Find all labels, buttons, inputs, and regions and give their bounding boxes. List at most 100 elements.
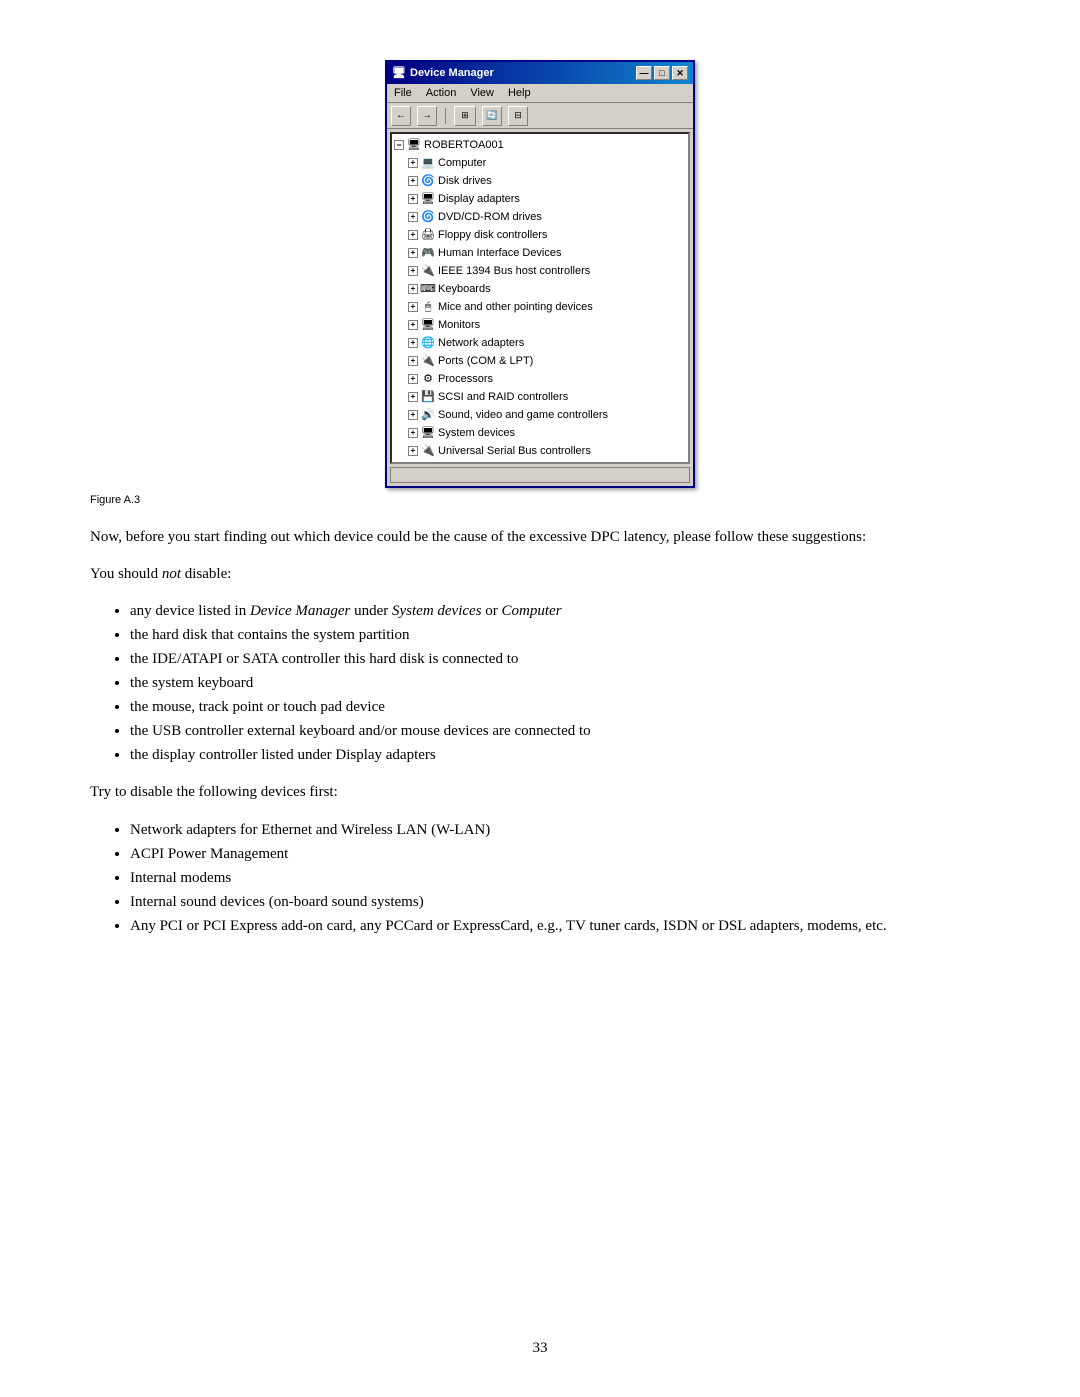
- forward-button[interactable]: →: [417, 106, 437, 126]
- label-processors: Processors: [438, 371, 493, 387]
- list-item: the system keyboard: [130, 671, 990, 695]
- expand-keyboards[interactable]: +: [408, 284, 418, 294]
- restore-button[interactable]: □: [654, 66, 670, 80]
- label-monitors: Monitors: [438, 317, 480, 333]
- try-disable-list: Network adapters for Ethernet and Wirele…: [130, 818, 990, 938]
- list-item: ACPI Power Management: [130, 842, 990, 866]
- label-mice: Mice and other pointing devices: [438, 299, 593, 315]
- list-item: the display controller listed under Disp…: [130, 743, 990, 767]
- expand-system[interactable]: +: [408, 428, 418, 438]
- uninstall-button[interactable]: ⊟: [508, 106, 528, 126]
- menu-view[interactable]: View: [467, 86, 497, 100]
- list-item: the IDE/ATAPI or SATA controller this ha…: [130, 647, 990, 671]
- tree-item-keyboards[interactable]: + ⌨ Keyboards: [394, 280, 686, 298]
- menubar: File Action View Help: [387, 84, 693, 103]
- back-button[interactable]: ←: [391, 106, 411, 126]
- label-floppy: Floppy disk controllers: [438, 227, 547, 243]
- tree-item-mice[interactable]: + 🖱 Mice and other pointing devices: [394, 298, 686, 316]
- titlebar: 🖥 Device Manager — □ ✕: [387, 62, 693, 84]
- expand-dvd[interactable]: +: [408, 212, 418, 222]
- minimize-button[interactable]: —: [636, 66, 652, 80]
- menu-help[interactable]: Help: [505, 86, 534, 100]
- list-item: the USB controller external keyboard and…: [130, 719, 990, 743]
- label-keyboards: Keyboards: [438, 281, 491, 297]
- update-button[interactable]: 🔄: [482, 106, 502, 126]
- tree-root[interactable]: − 🖥 ROBERTOA001: [394, 136, 686, 154]
- list-item: Internal modems: [130, 866, 990, 890]
- expand-usb[interactable]: +: [408, 446, 418, 456]
- menu-action[interactable]: Action: [423, 86, 460, 100]
- label-display-adapters: Display adapters: [438, 191, 520, 207]
- properties-button[interactable]: ⊞: [454, 106, 476, 126]
- paragraph-not-disable: You should not disable:: [90, 563, 990, 586]
- titlebar-buttons: — □ ✕: [636, 66, 688, 80]
- not-disable-list: any device listed in Device Manager unde…: [130, 599, 990, 767]
- label-sound: Sound, video and game controllers: [438, 407, 608, 423]
- label-network: Network adapters: [438, 335, 524, 351]
- tree-item-sound[interactable]: + 🔊 Sound, video and game controllers: [394, 406, 686, 424]
- list-item: Any PCI or PCI Express add-on card, any …: [130, 914, 990, 938]
- page-number: 33: [0, 1340, 1080, 1357]
- tree-item-processors[interactable]: + ⚙ Processors: [394, 370, 686, 388]
- root-icon: 🖥: [406, 137, 422, 153]
- expand-sound[interactable]: +: [408, 410, 418, 420]
- label-hid: Human Interface Devices: [438, 245, 562, 261]
- label-ports: Ports (COM & LPT): [438, 353, 533, 369]
- expand-display-adapters[interactable]: +: [408, 194, 418, 204]
- expand-monitors[interactable]: +: [408, 320, 418, 330]
- list-item: Internal sound devices (on-board sound s…: [130, 890, 990, 914]
- device-tree: − 🖥 ROBERTOA001 + 💻 Computer + 🌀 Disk dr…: [394, 136, 686, 460]
- tree-content: − 🖥 ROBERTOA001 + 💻 Computer + 🌀 Disk dr…: [390, 132, 690, 464]
- window-title: Device Manager: [410, 67, 494, 79]
- expand-ieee[interactable]: +: [408, 266, 418, 276]
- device-manager-icon: 🖥: [392, 66, 406, 80]
- tree-item-ports[interactable]: + 🔌 Ports (COM & LPT): [394, 352, 686, 370]
- list-item: Network adapters for Ethernet and Wirele…: [130, 818, 990, 842]
- expand-network[interactable]: +: [408, 338, 418, 348]
- tree-item-display-adapters[interactable]: + 🖥 Display adapters: [394, 190, 686, 208]
- root-label: ROBERTOA001: [424, 137, 504, 153]
- tree-item-disk-drives[interactable]: + 🌀 Disk drives: [394, 172, 686, 190]
- scrollbar[interactable]: [390, 467, 690, 483]
- page: 🖥 Device Manager — □ ✕ File Action View …: [0, 0, 1080, 1397]
- titlebar-left: 🖥 Device Manager: [392, 66, 494, 80]
- list-item: the mouse, track point or touch pad devi…: [130, 695, 990, 719]
- expand-floppy[interactable]: +: [408, 230, 418, 240]
- label-usb: Universal Serial Bus controllers: [438, 443, 591, 459]
- system-devices-italic: System devices: [392, 603, 482, 619]
- list-item: any device listed in Device Manager unde…: [130, 599, 990, 623]
- tree-item-monitors[interactable]: + 🖥 Monitors: [394, 316, 686, 334]
- device-manager-italic: Device Manager: [250, 603, 350, 619]
- tree-item-floppy[interactable]: + 🖨 Floppy disk controllers: [394, 226, 686, 244]
- close-button[interactable]: ✕: [672, 66, 688, 80]
- computer-italic: Computer: [502, 603, 562, 619]
- root-collapse-btn[interactable]: −: [394, 140, 404, 150]
- tree-item-usb[interactable]: + 🔌 Universal Serial Bus controllers: [394, 442, 686, 460]
- label-scsi: SCSI and RAID controllers: [438, 389, 568, 405]
- paragraph-intro: Now, before you start finding out which …: [90, 526, 990, 549]
- expand-disk-drives[interactable]: +: [408, 176, 418, 186]
- device-manager-window: 🖥 Device Manager — □ ✕ File Action View …: [385, 60, 695, 488]
- expand-hid[interactable]: +: [408, 248, 418, 258]
- try-disable-heading: Try to disable the following devices fir…: [90, 781, 990, 804]
- expand-scsi[interactable]: +: [408, 392, 418, 402]
- toolbar-separator-1: [445, 108, 446, 124]
- tree-item-hid[interactable]: + 🎮 Human Interface Devices: [394, 244, 686, 262]
- tree-item-ieee[interactable]: + 🔌 IEEE 1394 Bus host controllers: [394, 262, 686, 280]
- tree-item-system[interactable]: + 🖥 System devices: [394, 424, 686, 442]
- figure-caption: Figure A.3: [90, 494, 990, 506]
- not-italic: not: [162, 566, 181, 582]
- label-disk-drives: Disk drives: [438, 173, 492, 189]
- tree-item-network[interactable]: + 🌐 Network adapters: [394, 334, 686, 352]
- expand-processors[interactable]: +: [408, 374, 418, 384]
- expand-mice[interactable]: +: [408, 302, 418, 312]
- tree-item-dvd[interactable]: + 🌀 DVD/CD-ROM drives: [394, 208, 686, 226]
- expand-computer[interactable]: +: [408, 158, 418, 168]
- list-item: the hard disk that contains the system p…: [130, 623, 990, 647]
- expand-ports[interactable]: +: [408, 356, 418, 366]
- tree-item-computer[interactable]: + 💻 Computer: [394, 154, 686, 172]
- label-system: System devices: [438, 425, 515, 441]
- label-ieee: IEEE 1394 Bus host controllers: [438, 263, 590, 279]
- menu-file[interactable]: File: [391, 86, 415, 100]
- tree-item-scsi[interactable]: + 💾 SCSI and RAID controllers: [394, 388, 686, 406]
